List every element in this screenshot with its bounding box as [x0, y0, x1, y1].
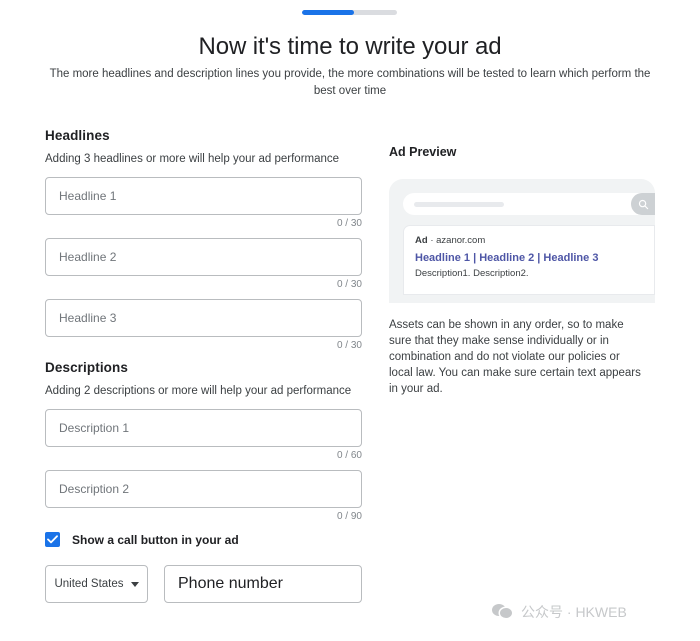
phone-number-placeholder: Phone number — [178, 575, 283, 592]
description-2-counter: 0 / 90 — [336, 511, 362, 522]
ad-form-column: Headlines Adding 3 headlines or more wil… — [45, 128, 362, 603]
headline-3-placeholder: Headline 3 — [59, 311, 117, 325]
phone-mockup: Ad · azanor.com Headline 1 | Headline 2 … — [389, 179, 655, 303]
headline-1-placeholder: Headline 1 — [59, 189, 117, 203]
description-2-placeholder: Description 2 — [59, 482, 130, 496]
ad-headline-link[interactable]: Headline 1 | Headline 2 | Headline 3 — [415, 252, 654, 264]
ad-description: Description1. Description2. — [415, 268, 529, 279]
ad-domain-line: Ad · azanor.com — [415, 235, 654, 246]
call-details-row: United States Phone number — [45, 565, 362, 603]
show-call-button-row[interactable]: Show a call button in your ad — [45, 532, 362, 547]
description-2-input[interactable]: Description 2 — [45, 470, 362, 508]
description-1-placeholder: Description 1 — [59, 421, 130, 435]
country-select-value: United States — [54, 578, 124, 590]
search-glyph — [638, 199, 648, 209]
show-call-button-checkbox[interactable] — [45, 532, 60, 547]
check-icon — [47, 535, 58, 544]
headline-3-input[interactable]: Headline 3 — [45, 299, 362, 337]
chevron-down-icon — [130, 581, 139, 587]
search-icon — [631, 193, 655, 215]
ad-preview-title: Ad Preview — [389, 145, 457, 159]
headline-1-input[interactable]: Headline 1 — [45, 177, 362, 215]
ad-separator: · — [430, 235, 434, 246]
descriptions-hint: Adding 2 descriptions or more will help … — [45, 385, 352, 397]
description-1-input[interactable]: Description 1 — [45, 409, 362, 447]
show-call-button-label: Show a call button in your ad — [72, 532, 239, 547]
headline-3-counter: 0 / 30 — [336, 340, 362, 351]
descriptions-section-title: Descriptions — [45, 360, 128, 375]
ad-domain: azanor.com — [436, 235, 486, 246]
ad-preview-card: Ad · azanor.com Headline 1 | Headline 2 … — [403, 225, 655, 295]
step-progress-fill — [302, 10, 355, 15]
page-title: Now it's time to write your ad — [198, 33, 502, 60]
ad-preview-column: Ad Preview Ad · azanor.com Headline 1 | … — [389, 145, 655, 397]
headlines-hint: Adding 3 headlines or more will help you… — [45, 153, 340, 165]
watermark-text: 公众号 · HKWEB — [521, 604, 627, 620]
ad-preview-disclaimer: Assets can be shown in any order, so to … — [389, 319, 641, 395]
wechat-icon — [492, 604, 514, 620]
ad-label: Ad — [415, 235, 428, 246]
phone-number-input[interactable]: Phone number — [164, 565, 362, 603]
headline-2-placeholder: Headline 2 — [59, 250, 117, 264]
headlines-section-title: Headlines — [45, 128, 110, 143]
headline-1-counter: 0 / 30 — [336, 218, 362, 229]
country-select[interactable]: United States — [45, 565, 148, 603]
ad-creation-page: Now it's time to write your ad The more … — [0, 0, 700, 641]
headline-2-counter: 0 / 30 — [336, 279, 362, 290]
step-progress-bar — [302, 10, 397, 15]
preview-search-bar — [403, 193, 655, 215]
watermark: 公众号 · HKWEB — [492, 602, 627, 622]
search-placeholder-skeleton — [414, 201, 504, 207]
description-1-counter: 0 / 60 — [336, 450, 362, 461]
headline-2-input[interactable]: Headline 2 — [45, 238, 362, 276]
page-subtitle: The more headlines and description lines… — [49, 68, 651, 97]
